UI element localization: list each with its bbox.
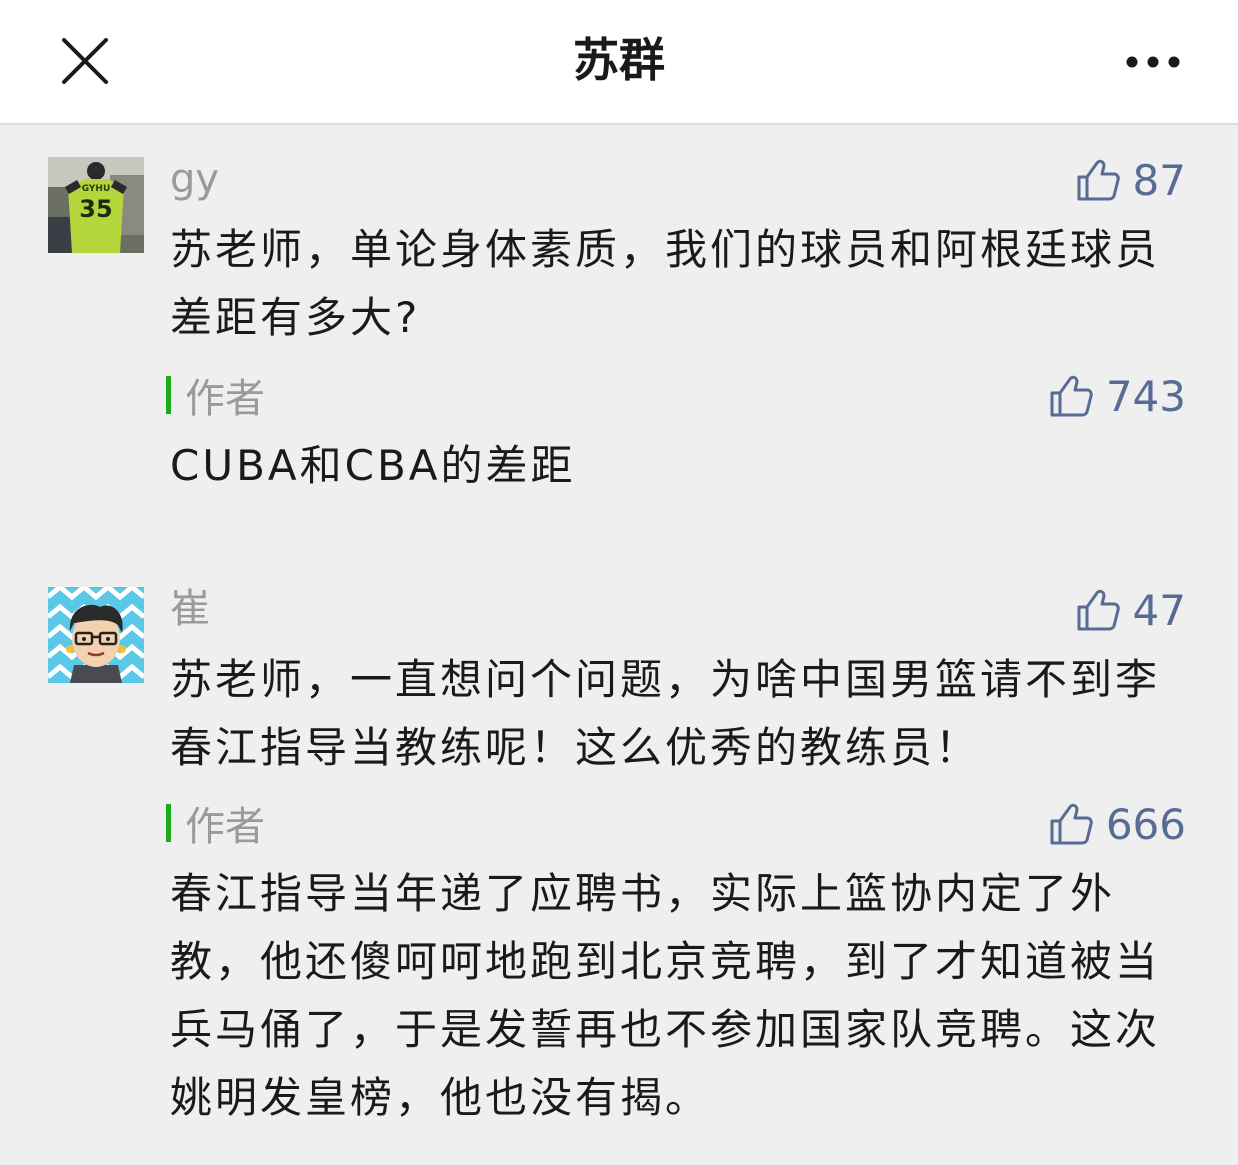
- author-label: 作者: [185, 804, 265, 850]
- author-label: 作者: [185, 376, 265, 422]
- reply-like-button[interactable]: 666: [1048, 798, 1186, 850]
- thumbs-up-icon: [1077, 589, 1120, 631]
- avatar-jersey-image: GYHU 35: [48, 157, 144, 253]
- like-count: 87: [1132, 155, 1186, 205]
- page-title: 苏群: [573, 33, 665, 87]
- more-dots-icon: [1126, 56, 1180, 68]
- reply-like-button[interactable]: 743: [1048, 370, 1186, 422]
- svg-text:GYHU: GYHU: [82, 184, 111, 194]
- like-count: 666: [1105, 799, 1186, 849]
- comment-text: 苏老师，单论身体素质，我们的球员和阿根廷球员差距有多大?: [170, 225, 1161, 342]
- thumbs-up-icon: [1050, 803, 1093, 845]
- like-button[interactable]: 47: [1075, 584, 1186, 636]
- more-button[interactable]: [1118, 42, 1188, 82]
- author-bar: [166, 376, 171, 414]
- comment-nickname[interactable]: gy: [170, 154, 219, 204]
- author-reply-text: CUBA和CBA的差距: [170, 441, 576, 490]
- avatar-cartoon-image: [48, 587, 144, 683]
- like-count: 743: [1105, 371, 1186, 421]
- like-button[interactable]: 87: [1075, 154, 1186, 206]
- avatar[interactable]: [48, 587, 144, 683]
- author-reply-text: 春江指导当年递了应聘书，实际上篮协内定了外教，他还傻呵呵地跑到北京竞聘，到了才知…: [170, 869, 1161, 1122]
- like-count: 47: [1132, 585, 1186, 635]
- comment-text: 苏老师，一直想问个问题，为啥中国男篮请不到李春江指导当教练呢！这么优秀的教练员！: [170, 655, 1161, 772]
- thumbs-up-icon: [1077, 159, 1120, 201]
- avatar[interactable]: GYHU 35: [48, 157, 144, 253]
- thumbs-up-icon: [1050, 375, 1093, 417]
- author-reply-label: 作者: [166, 370, 265, 422]
- author-bar: [166, 804, 171, 842]
- author-reply-label: 作者: [166, 798, 265, 850]
- nav-bar: 苏群: [0, 0, 1238, 125]
- svg-text:35: 35: [79, 195, 112, 223]
- comment-nickname[interactable]: 崔: [170, 584, 210, 634]
